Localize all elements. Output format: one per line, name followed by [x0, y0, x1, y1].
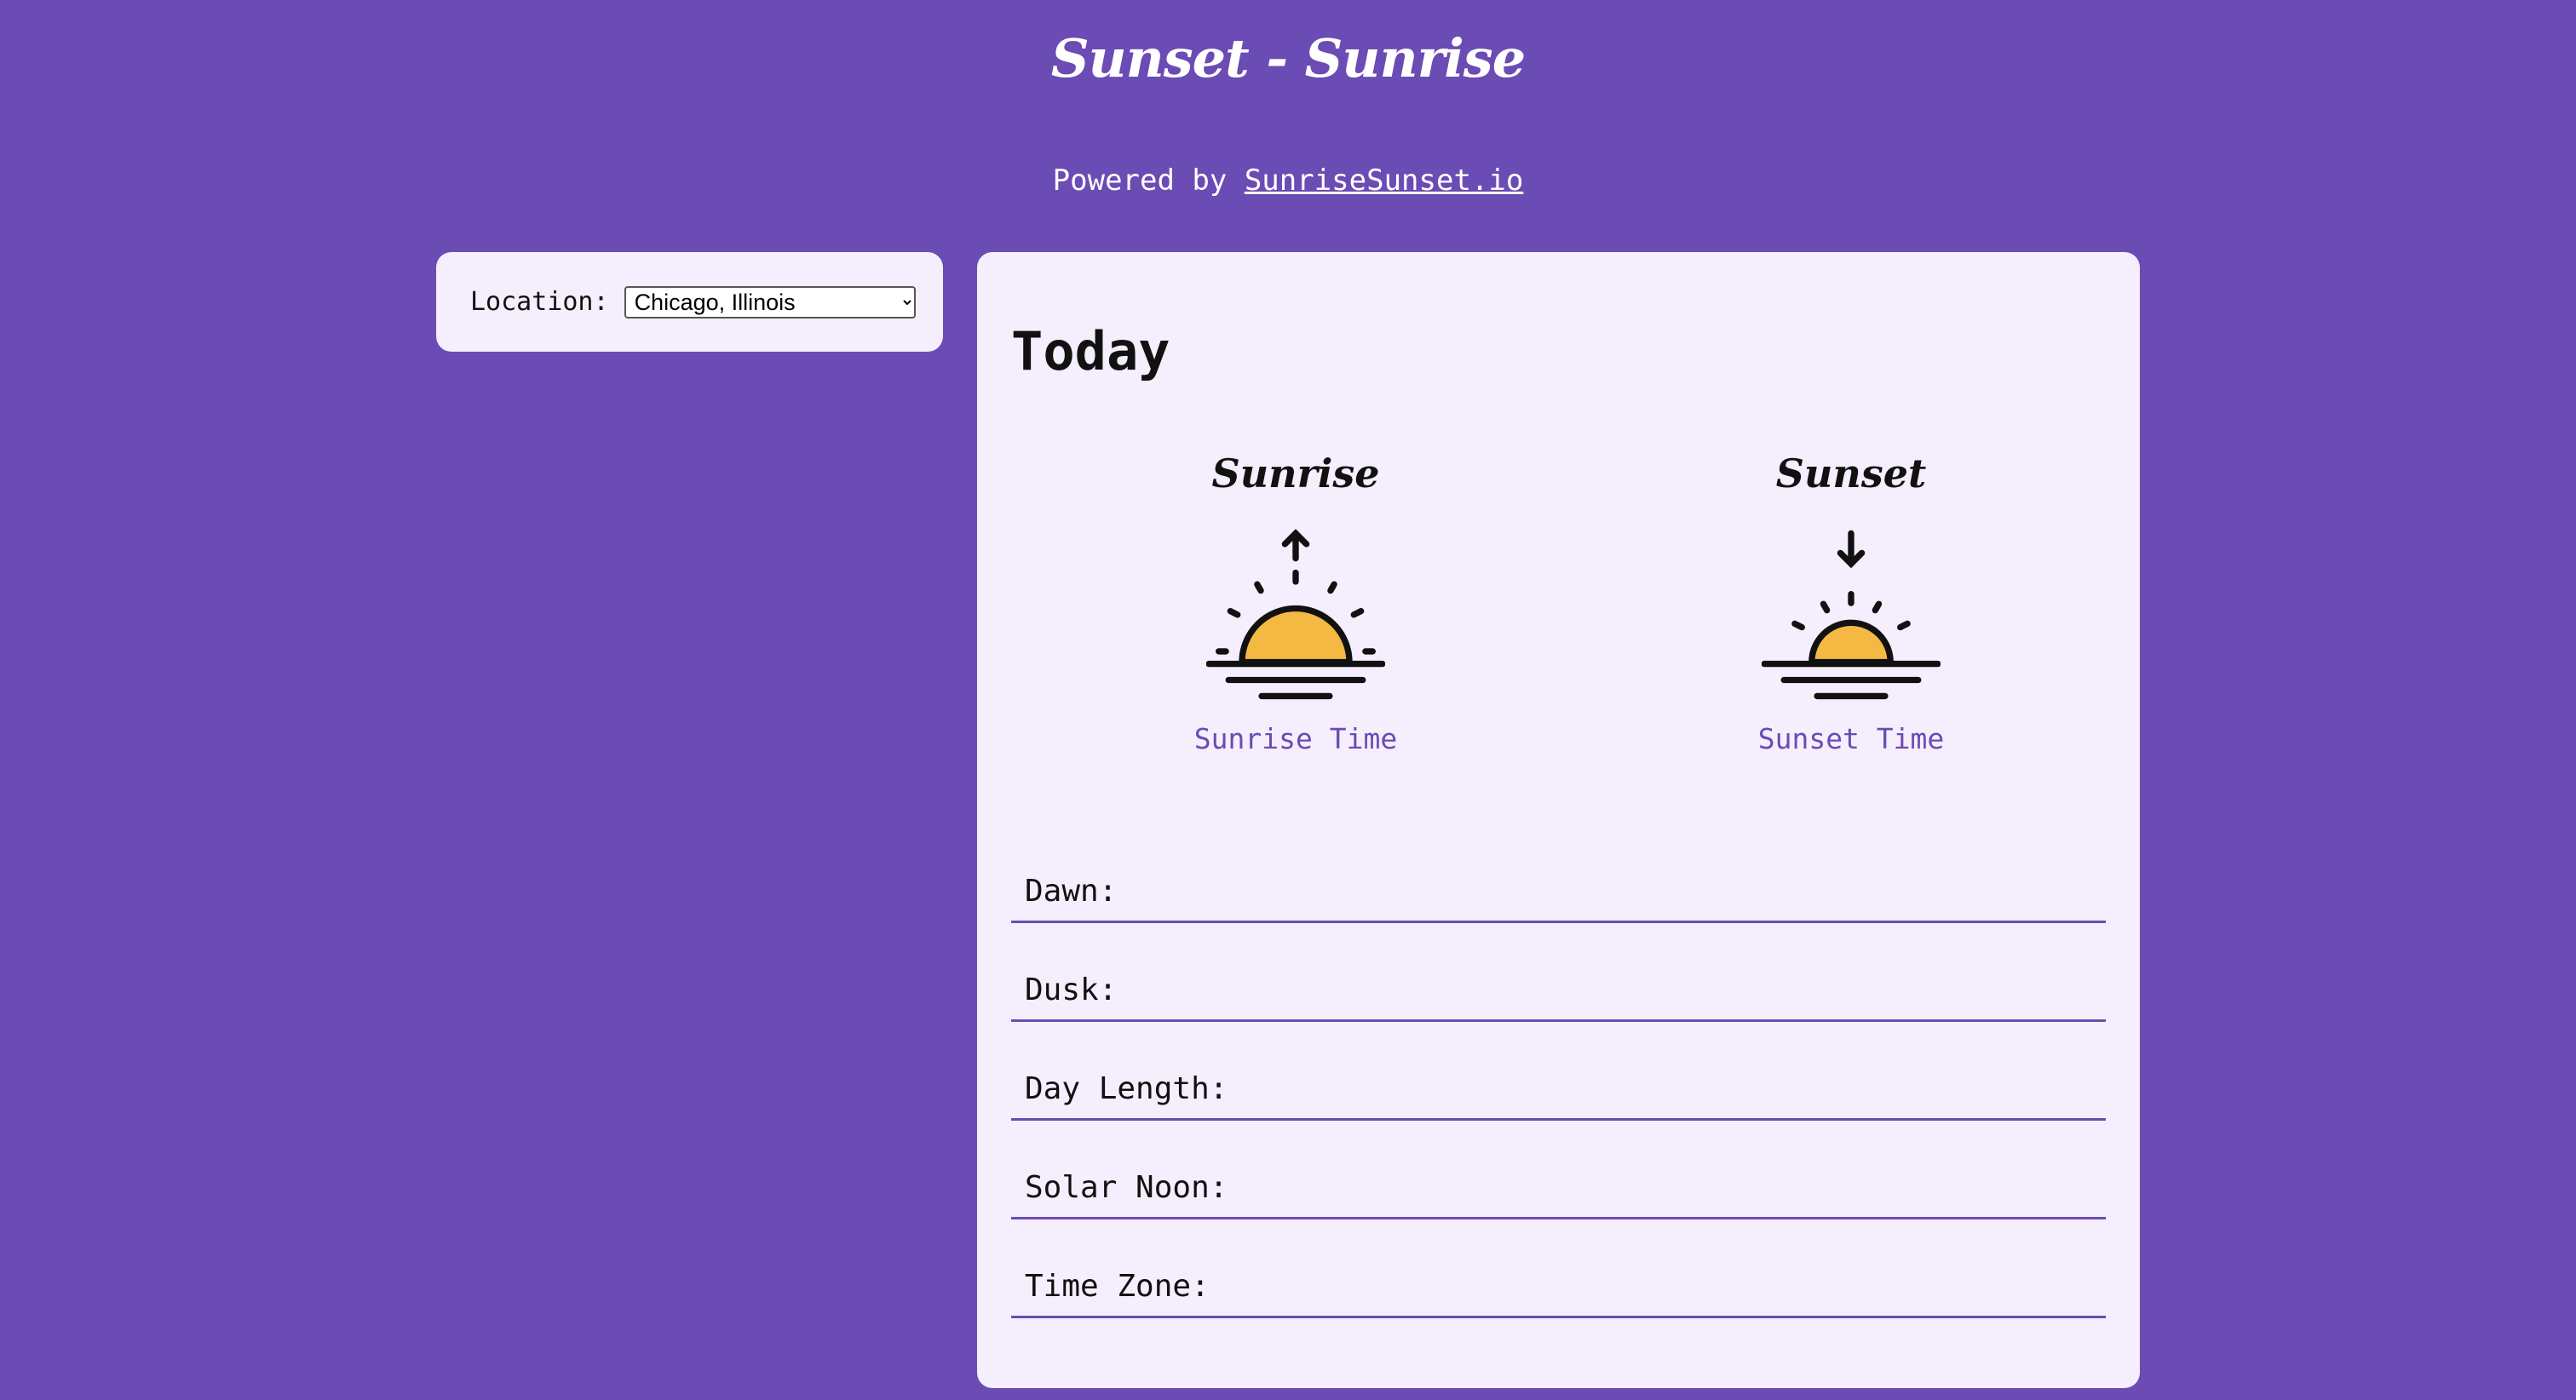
powered-by-text: Powered by [1052, 164, 1245, 198]
location-card: Location: Chicago, Illinois [436, 252, 943, 352]
detail-row-dusk: Dusk: [1011, 954, 2106, 1022]
powered-by: Powered by SunriseSunset.io [0, 164, 2576, 198]
sunset-time: Sunset Time [1757, 722, 1945, 755]
solar-noon-label: Solar Noon: [1025, 1170, 1228, 1205]
sunset-icon [1762, 530, 1941, 700]
today-heading: Today [1011, 320, 1170, 382]
site-title: Sunset - Sunrise [1050, 27, 1526, 89]
location-select[interactable]: Chicago, Illinois [624, 285, 916, 318]
sunrise-title: Sunrise [1211, 450, 1380, 496]
day-length-label: Day Length: [1025, 1071, 1228, 1106]
detail-row-dawn: Dawn: [1011, 855, 2106, 923]
sunrisesunset-link[interactable]: SunriseSunset.io [1245, 164, 1524, 198]
sunset-column: Sunset Sunset Time [1672, 448, 2030, 755]
time-zone-label: Time Zone: [1025, 1269, 1210, 1304]
detail-row-time-zone: Time Zone: [1011, 1250, 2106, 1318]
dusk-label: Dusk: [1025, 973, 1118, 1007]
sunrise-icon [1206, 529, 1385, 700]
location-label: Location: [470, 287, 609, 317]
detail-row-solar-noon: Solar Noon: [1011, 1151, 2106, 1219]
dawn-label: Dawn: [1025, 874, 1118, 909]
sunset-title: Sunset [1775, 450, 1927, 496]
detail-row-day-length: Day Length: [1011, 1053, 2106, 1121]
sunrise-column: Sunrise Sunrise Time [1117, 448, 1475, 755]
sunrise-time: Sunrise Time [1193, 722, 1398, 755]
today-card: Today Sunrise Sunrise Time Sunset Sunset… [977, 252, 2140, 1388]
